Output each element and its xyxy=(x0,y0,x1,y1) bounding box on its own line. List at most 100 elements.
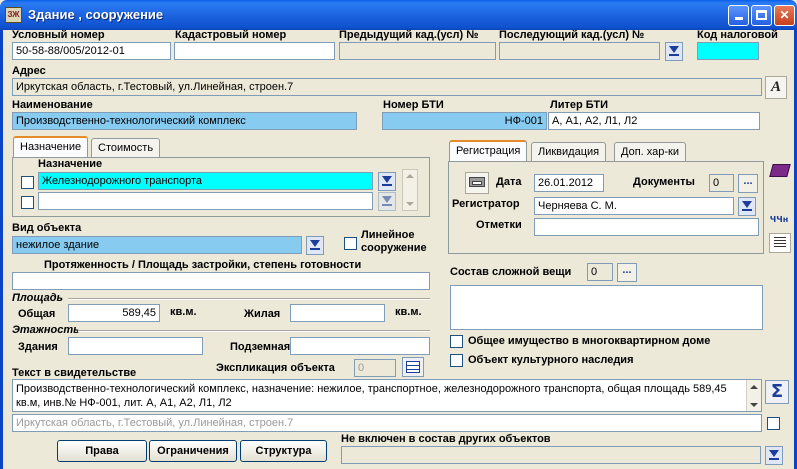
notes-field[interactable] xyxy=(534,218,759,236)
area-living-label: Жилая xyxy=(244,308,281,320)
tax-code-field[interactable] xyxy=(697,42,759,60)
notes-label: Отметки xyxy=(476,219,522,231)
not-included-field[interactable] xyxy=(341,446,761,464)
explication-label: Экспликация объекта xyxy=(216,362,335,374)
certificate-text-area[interactable]: Производственно-технологический комплекс… xyxy=(12,379,762,412)
tab-extra[interactable]: Доп. хар-ки xyxy=(614,142,686,162)
area-section-label: Площадь xyxy=(12,292,64,304)
scroll-up-icon[interactable] xyxy=(406,174,414,178)
documents-count-field[interactable]: 0 xyxy=(709,174,734,192)
explication-field[interactable]: 0 xyxy=(354,359,396,377)
address-edit-icon[interactable]: A xyxy=(765,76,787,99)
certificate-scroll-down-icon[interactable] xyxy=(750,403,758,407)
registrar-label: Регистратор xyxy=(452,198,520,210)
maximize-button[interactable] xyxy=(751,5,772,26)
documents-ellipsis-button[interactable]: ... xyxy=(738,174,758,193)
name-field[interactable]: Производственно-технологический комплекс xyxy=(12,112,357,130)
prev-cad-label: Предыдущий кад.(усл) № xyxy=(339,29,479,41)
book-icon[interactable] xyxy=(769,160,791,182)
area-total-label: Общая xyxy=(18,308,56,320)
purpose-scrollbar[interactable] xyxy=(402,169,418,211)
address-field[interactable]: Иркутская область, г.Тестовый, ул.Линейн… xyxy=(12,78,762,96)
tab-liquidation[interactable]: Ликвидация xyxy=(531,142,607,162)
tab-registration[interactable]: Регистрация xyxy=(449,140,528,162)
rights-button[interactable]: Права xyxy=(57,440,147,462)
next-cad-field[interactable] xyxy=(499,42,660,60)
printer-icon[interactable] xyxy=(465,172,489,194)
bti-liter-field[interactable]: А, А1, А2, Л1, Л2 xyxy=(548,112,760,130)
floors-underground-field[interactable] xyxy=(290,337,430,355)
common-property-label: Общее имущество в многоквартирном доме xyxy=(468,335,711,347)
tab-purpose[interactable]: Назначение xyxy=(13,136,89,158)
date-label: Дата xyxy=(496,176,522,188)
purpose-item-2[interactable] xyxy=(38,192,373,210)
certificate-address-checkbox[interactable] xyxy=(767,417,780,430)
area-living-unit: кв.м. xyxy=(395,306,422,318)
window-frame-left xyxy=(0,30,3,469)
certificate-line-1: Производственно-технологический комплекс… xyxy=(16,383,727,395)
floors-building-field[interactable] xyxy=(68,337,203,355)
purpose-dropdown-2[interactable] xyxy=(378,192,396,211)
certificate-address-field[interactable]: Иркутская область, г.Тестовый, ул.Линейн… xyxy=(12,414,762,432)
linear-structure-checkbox[interactable] xyxy=(344,237,357,250)
complex-count-field[interactable]: 0 xyxy=(587,263,613,281)
area-total-unit: кв.м. xyxy=(170,306,197,318)
minimize-button[interactable] xyxy=(728,5,749,26)
sigma-button[interactable]: Σ xyxy=(765,380,789,404)
hoh-icon[interactable]: ЧЧн xyxy=(767,210,791,230)
floors-separator xyxy=(78,330,430,332)
not-included-label: Не включен в состав других объектов xyxy=(341,433,551,445)
title-bar[interactable]: ЗЖ Здание , сооружение ✕ xyxy=(0,0,797,30)
area-separator xyxy=(68,298,430,300)
list-icon[interactable] xyxy=(769,233,791,253)
explication-table-icon[interactable] xyxy=(402,357,424,377)
purpose-checkbox-2[interactable] xyxy=(21,196,34,209)
floors-underground-label: Подземная xyxy=(230,341,291,353)
object-type-dropdown[interactable] xyxy=(306,236,324,255)
restrictions-button[interactable]: Ограничения xyxy=(149,440,237,462)
close-button[interactable]: ✕ xyxy=(774,5,795,26)
bti-number-label: Номер БТИ xyxy=(383,99,444,111)
not-included-dropdown[interactable] xyxy=(765,446,783,465)
next-cad-label: Последующий кад.(усл) № xyxy=(499,29,645,41)
certificate-scrollbar[interactable] xyxy=(746,380,761,411)
prev-cad-field[interactable] xyxy=(339,42,496,60)
area-living-field[interactable] xyxy=(290,304,385,322)
purpose-label: Назначение xyxy=(38,158,103,170)
purpose-dropdown-1[interactable] xyxy=(378,172,396,191)
registrar-field[interactable]: Черняева С. М. xyxy=(534,197,734,215)
extent-field[interactable] xyxy=(12,272,430,290)
cultural-heritage-label: Объект культурного наследия xyxy=(468,354,634,366)
structure-button[interactable]: Структура xyxy=(240,440,327,462)
next-cad-dropdown-button[interactable] xyxy=(665,42,683,61)
tab-cost[interactable]: Стоимость xyxy=(91,138,161,158)
complex-list[interactable] xyxy=(450,285,763,330)
common-property-checkbox[interactable] xyxy=(450,335,463,348)
bti-liter-label: Литер БТИ xyxy=(550,99,609,111)
extent-label: Протяженность / Площадь застройки, степе… xyxy=(44,259,362,271)
documents-label: Документы xyxy=(633,176,695,188)
certificate-scroll-up-icon[interactable] xyxy=(750,385,758,389)
linear-structure-label: Линейное сооружение xyxy=(361,229,427,254)
cadastral-field[interactable] xyxy=(174,42,335,60)
bti-number-field[interactable]: НФ-001 xyxy=(382,112,547,130)
floors-building-label: Здания xyxy=(18,341,58,353)
object-type-field[interactable]: нежилое здание xyxy=(12,236,302,254)
purpose-checkbox-1[interactable] xyxy=(21,176,34,189)
floors-section-label: Этажность xyxy=(12,324,80,336)
cultural-heritage-checkbox[interactable] xyxy=(450,354,463,367)
complex-ellipsis-button[interactable]: ... xyxy=(617,263,637,282)
cond-num-label: Условный номер xyxy=(12,29,105,41)
date-field[interactable]: 26.01.2012 xyxy=(534,174,604,192)
address-label: Адрес xyxy=(12,65,46,77)
purpose-item-1[interactable]: Железнодорожного транспорта xyxy=(38,172,373,190)
name-label: Наименование xyxy=(12,99,93,111)
scroll-down-icon[interactable] xyxy=(406,202,414,206)
certificate-line-2: кв.м, инв.№ НФ-001, лит. А, А1, А2, Л1, … xyxy=(16,397,232,409)
area-total-field[interactable]: 589,45 xyxy=(68,304,160,322)
cond-num-field[interactable]: 50-58-88/005/2012-01 xyxy=(12,42,171,60)
tax-code-label: Код налоговой xyxy=(697,29,778,41)
registrar-dropdown[interactable] xyxy=(738,197,756,216)
cadastral-label: Кадастровый номер xyxy=(175,29,287,41)
complex-label: Состав сложной вещи xyxy=(450,266,572,278)
